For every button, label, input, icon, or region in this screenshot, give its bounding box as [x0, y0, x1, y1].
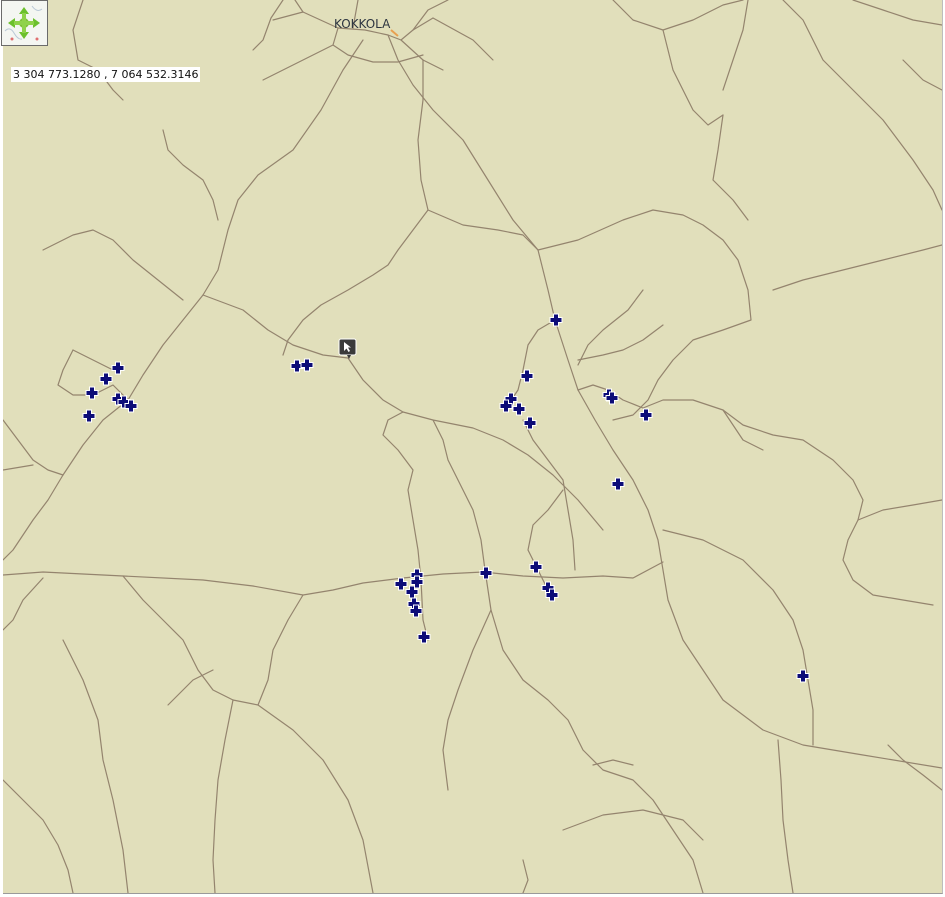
location-marker: [549, 313, 563, 327]
location-marker: [512, 402, 526, 416]
pan-navigation-button[interactable]: [1, 0, 48, 46]
location-marker: [394, 577, 408, 591]
location-marker: [479, 566, 493, 580]
location-marker: [85, 386, 99, 400]
location-marker: [111, 361, 125, 375]
city-label: KOKKOLA: [334, 17, 391, 31]
marker-layer: [82, 313, 810, 683]
location-marker: [300, 358, 314, 372]
map-canvas[interactable]: KOKKOLA 3 304 773.1280 , 7 064 532.3146: [3, 0, 943, 894]
pointer-cursor-icon: [338, 338, 358, 360]
location-marker: [529, 560, 543, 574]
location-marker: [639, 408, 653, 422]
location-marker: [611, 477, 625, 491]
pan-navigation-icon: [2, 1, 47, 49]
coordinate-readout: 3 304 773.1280 , 7 064 532.3146: [11, 67, 201, 82]
location-marker: [417, 630, 431, 644]
location-marker: [82, 409, 96, 423]
location-marker: [99, 372, 113, 386]
road-network: [3, 0, 942, 893]
location-marker: [523, 416, 537, 430]
